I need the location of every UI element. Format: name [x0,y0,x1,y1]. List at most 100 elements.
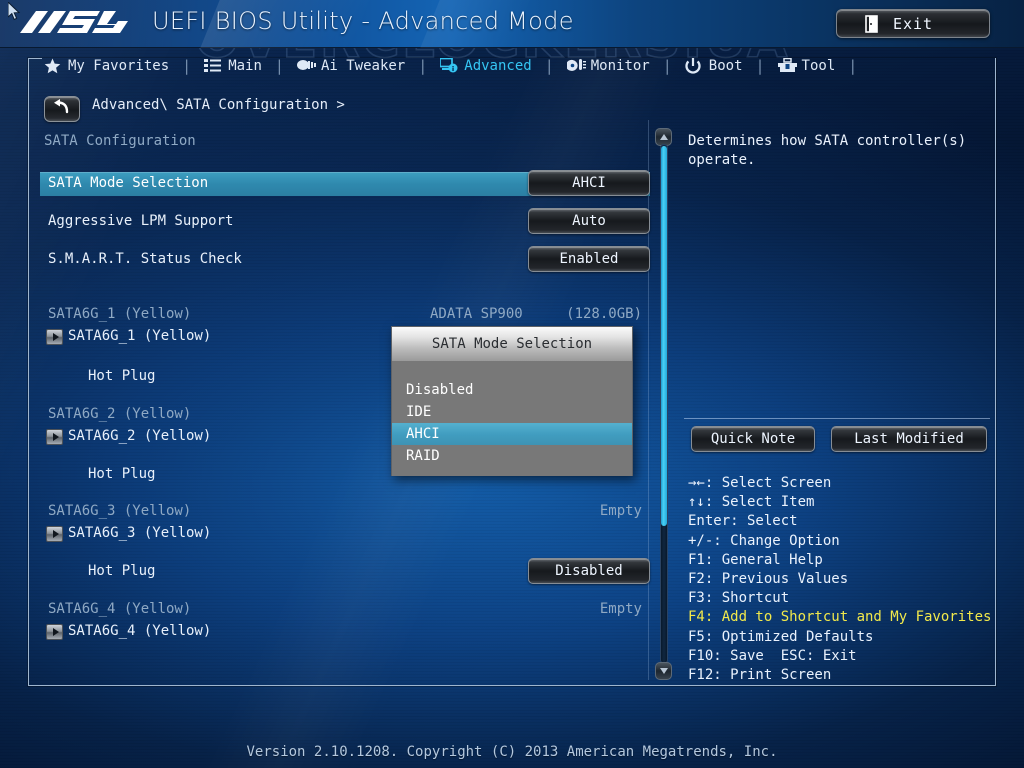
smart-status-check-label: S.M.A.R.T. Status Check [48,251,242,267]
content-scrollbar[interactable] [655,128,672,680]
sata6g-1-size: (128.0GB) [566,306,642,322]
tab-main[interactable]: Main [202,58,264,74]
asus-logo [18,8,138,38]
last-modified-button[interactable]: Last Modified [831,426,987,452]
nav-separator: | [274,57,284,75]
port-header-sata6g-4: SATA6G_4 (Yellow) Empty [40,598,650,622]
shortcut-line: F5: Optimized Defaults [688,628,874,645]
back-arrow-icon [53,99,71,119]
sata6g-1-hotplug-label: Hot Plug [88,368,156,384]
sata6g-3-size: Empty [599,503,642,519]
advanced-info-icon [439,57,458,74]
sata6g-2-link-label: SATA6G_2 (Yellow) [68,428,212,444]
port-header-sata6g-3: SATA6G_3 (Yellow) Empty [40,500,650,524]
power-icon [685,58,702,74]
aggressive-lpm-support-label: Aggressive LPM Support [48,213,234,229]
dialog-option-disabled[interactable]: Disabled [392,379,632,401]
tab-advanced-label: Advanced [464,58,532,74]
mouse-cursor [7,0,22,26]
smart-status-check-value: Enabled [559,251,619,267]
dialog-option-raid[interactable]: RAID [392,445,632,467]
sata6g-1-drive: ADATA SP900 [430,306,523,322]
sata6g-1-link-label: SATA6G_1 (Yellow) [68,328,212,344]
main-nav: My Favorites | Main | Ai Tweaker | Advan… [0,48,1024,84]
quick-note-label: Quick Note [710,431,796,447]
shortcut-line: →←: Select Screen [688,475,832,491]
sata6g-4-link-label: SATA6G_4 (Yellow) [68,623,212,639]
sata-mode-selection-value: AHCI [572,175,606,191]
shortcut-line: F4: Add to Shortcut and My Favorites [688,609,992,626]
tab-tool-label: Tool [801,58,836,74]
tab-ai-tweaker[interactable]: Ai Tweaker [295,58,407,74]
quick-note-button[interactable]: Quick Note [691,426,815,452]
sata6g-3-hotplug-label: Hot Plug [88,563,156,579]
submenu-arrow-icon [46,429,63,445]
exit-button[interactable]: Exit [836,9,990,38]
help-divider [684,418,990,419]
dialog-option-ide[interactable]: IDE [392,401,632,423]
sata6g-3-link-label: SATA6G_3 (Yellow) [68,525,212,541]
dialog-option-ahci[interactable]: AHCI [392,423,632,445]
shortcut-line: F2: Previous Values [688,571,849,588]
scroll-down-arrow-icon[interactable] [655,662,672,680]
tab-monitor[interactable]: Monitor [565,58,652,74]
shortcut-line: F10: Save ESC: Exit [688,647,857,664]
tweaker-icon [296,58,316,74]
shortcut-line: +/-: Change Option [688,532,840,549]
shortcut-line: ↑↓: Select Item [688,494,815,511]
tab-boot-label: Boot [708,58,743,74]
tab-tool[interactable]: Tool [776,57,838,74]
sata6g-4-size: Empty [599,601,642,617]
aggressive-lpm-support-value: Auto [572,213,606,229]
back-button[interactable] [44,96,80,122]
nav-separator: | [848,57,858,75]
page-title: UEFI BIOS Utility - Advanced Mode [152,7,574,35]
sata6g-1-header-label: SATA6G_1 (Yellow) [48,306,192,322]
port-link-sata6g-3[interactable]: SATA6G_3 (Yellow) [40,522,650,546]
tab-ai-tweaker-label: Ai Tweaker [320,58,406,74]
shortcut-line: F1: General Help [688,551,823,568]
exit-label: Exit [892,14,934,33]
shortcut-line: F3: Shortcut [688,590,790,607]
dialog-options-list: Disabled IDE AHCI RAID [392,361,632,476]
last-modified-label: Last Modified [854,431,964,447]
submenu-arrow-icon [46,329,63,345]
section-title: SATA Configuration [44,133,196,149]
footer-version-text: Version 2.10.1208. Copyright (C) 2013 Am… [246,744,778,760]
keyboard-shortcuts-list: →←: Select Screen ↑↓: Select Item Enter: S… [688,474,991,685]
submenu-arrow-icon [46,624,63,640]
sata6g-3-header-label: SATA6G_3 (Yellow) [48,503,192,519]
tab-my-favorites[interactable]: My Favorites [42,58,171,74]
toolbox-icon [777,57,797,74]
tab-boot[interactable]: Boot [683,58,745,74]
nav-separator: | [662,57,672,75]
sata6g-3-hotplug-value: Disabled [555,563,623,579]
sata6g-3-hotplug-value-button[interactable]: Disabled [528,558,650,584]
help-text: Determines how SATA controller(s) operat… [688,133,967,168]
sata6g-4-header-label: SATA6G_4 (Yellow) [48,601,192,617]
sata-mode-selection-value-button[interactable]: AHCI [528,170,650,196]
port-link-sata6g-4[interactable]: SATA6G_4 (Yellow) [40,620,650,644]
scrollbar-thumb[interactable] [661,146,667,526]
tab-monitor-label: Monitor [590,58,650,74]
star-icon [44,58,61,74]
submenu-arrow-icon [46,526,63,542]
tab-advanced[interactable]: Advanced [438,57,533,74]
header-bar: UEFI BIOS Utility - Advanced Mode Exit [0,0,1024,48]
nav-separator: | [544,57,554,75]
nav-separator: | [418,57,428,75]
smart-status-check-value-button[interactable]: Enabled [528,246,650,272]
sata-mode-selection-dialog: SATA Mode Selection Disabled IDE AHCI RAID [391,326,633,476]
tab-main-label: Main [228,58,262,74]
nav-separator: | [755,57,765,75]
nav-separator: | [182,57,192,75]
sata6g-2-hotplug-label: Hot Plug [88,466,156,482]
dialog-title: SATA Mode Selection [392,327,632,361]
port-header-sata6g-1: SATA6G_1 (Yellow) ADATA SP900 (128.0GB) [40,303,650,327]
bios-screen: UEFI BIOS Utility - Advanced Mode Exit O… [0,0,1024,768]
aggressive-lpm-support-value-button[interactable]: Auto [528,208,650,234]
shortcut-line: Enter: Select [688,513,798,530]
list-icon [204,58,222,74]
sata-mode-selection-label: SATA Mode Selection [48,175,209,191]
thermometer-icon [565,58,586,74]
